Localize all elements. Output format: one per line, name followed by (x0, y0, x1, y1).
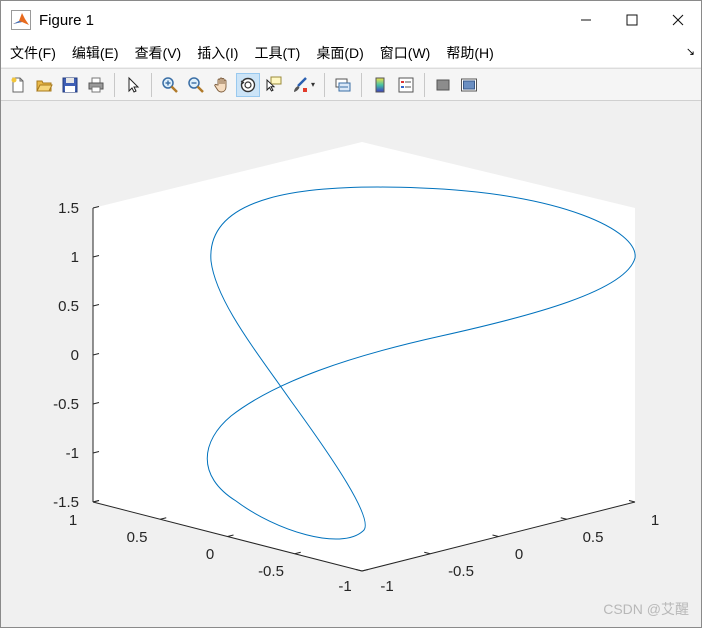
z-tick-label: 1.5 (58, 200, 79, 217)
x-tick-label: 0.5 (583, 529, 604, 546)
z-tick-label: 0 (71, 347, 79, 364)
x-tick-label: -1 (380, 578, 393, 595)
x-tick-label: 1 (651, 512, 659, 529)
z-tick-label: -1.5 (53, 494, 79, 511)
y-tick-label: 0 (206, 546, 214, 563)
y-tick-label: -0.5 (258, 563, 284, 580)
y-tick-label: 0.5 (127, 529, 148, 546)
figure-window: Figure 1 文件(F) 编辑(E) 查看(V) 插入(I) 工具(T) 桌… (0, 0, 702, 628)
y-tick-label: -1 (338, 578, 351, 595)
z-tick-label: 0.5 (58, 298, 79, 315)
x-tick-label: -0.5 (448, 563, 474, 580)
z-tick-label: -1 (66, 445, 79, 462)
watermark: CSDN @艾醒 (603, 601, 689, 617)
axes-3d[interactable]: 1.5 1 0.5 0 -0.5 -1 -1.5 1 0.5 0 -0.5 -1 (1, 1, 701, 627)
x-tick-label: 0 (515, 546, 523, 563)
axes-background (93, 142, 635, 571)
plot-area[interactable]: 1.5 1 0.5 0 -0.5 -1 -1.5 1 0.5 0 -0.5 -1 (1, 101, 701, 627)
y-tick-label: 1 (69, 512, 77, 529)
z-tick-label: 1 (71, 249, 79, 266)
z-axis: 1.5 1 0.5 0 -0.5 -1 -1.5 (53, 200, 100, 511)
z-tick-label: -0.5 (53, 396, 79, 413)
